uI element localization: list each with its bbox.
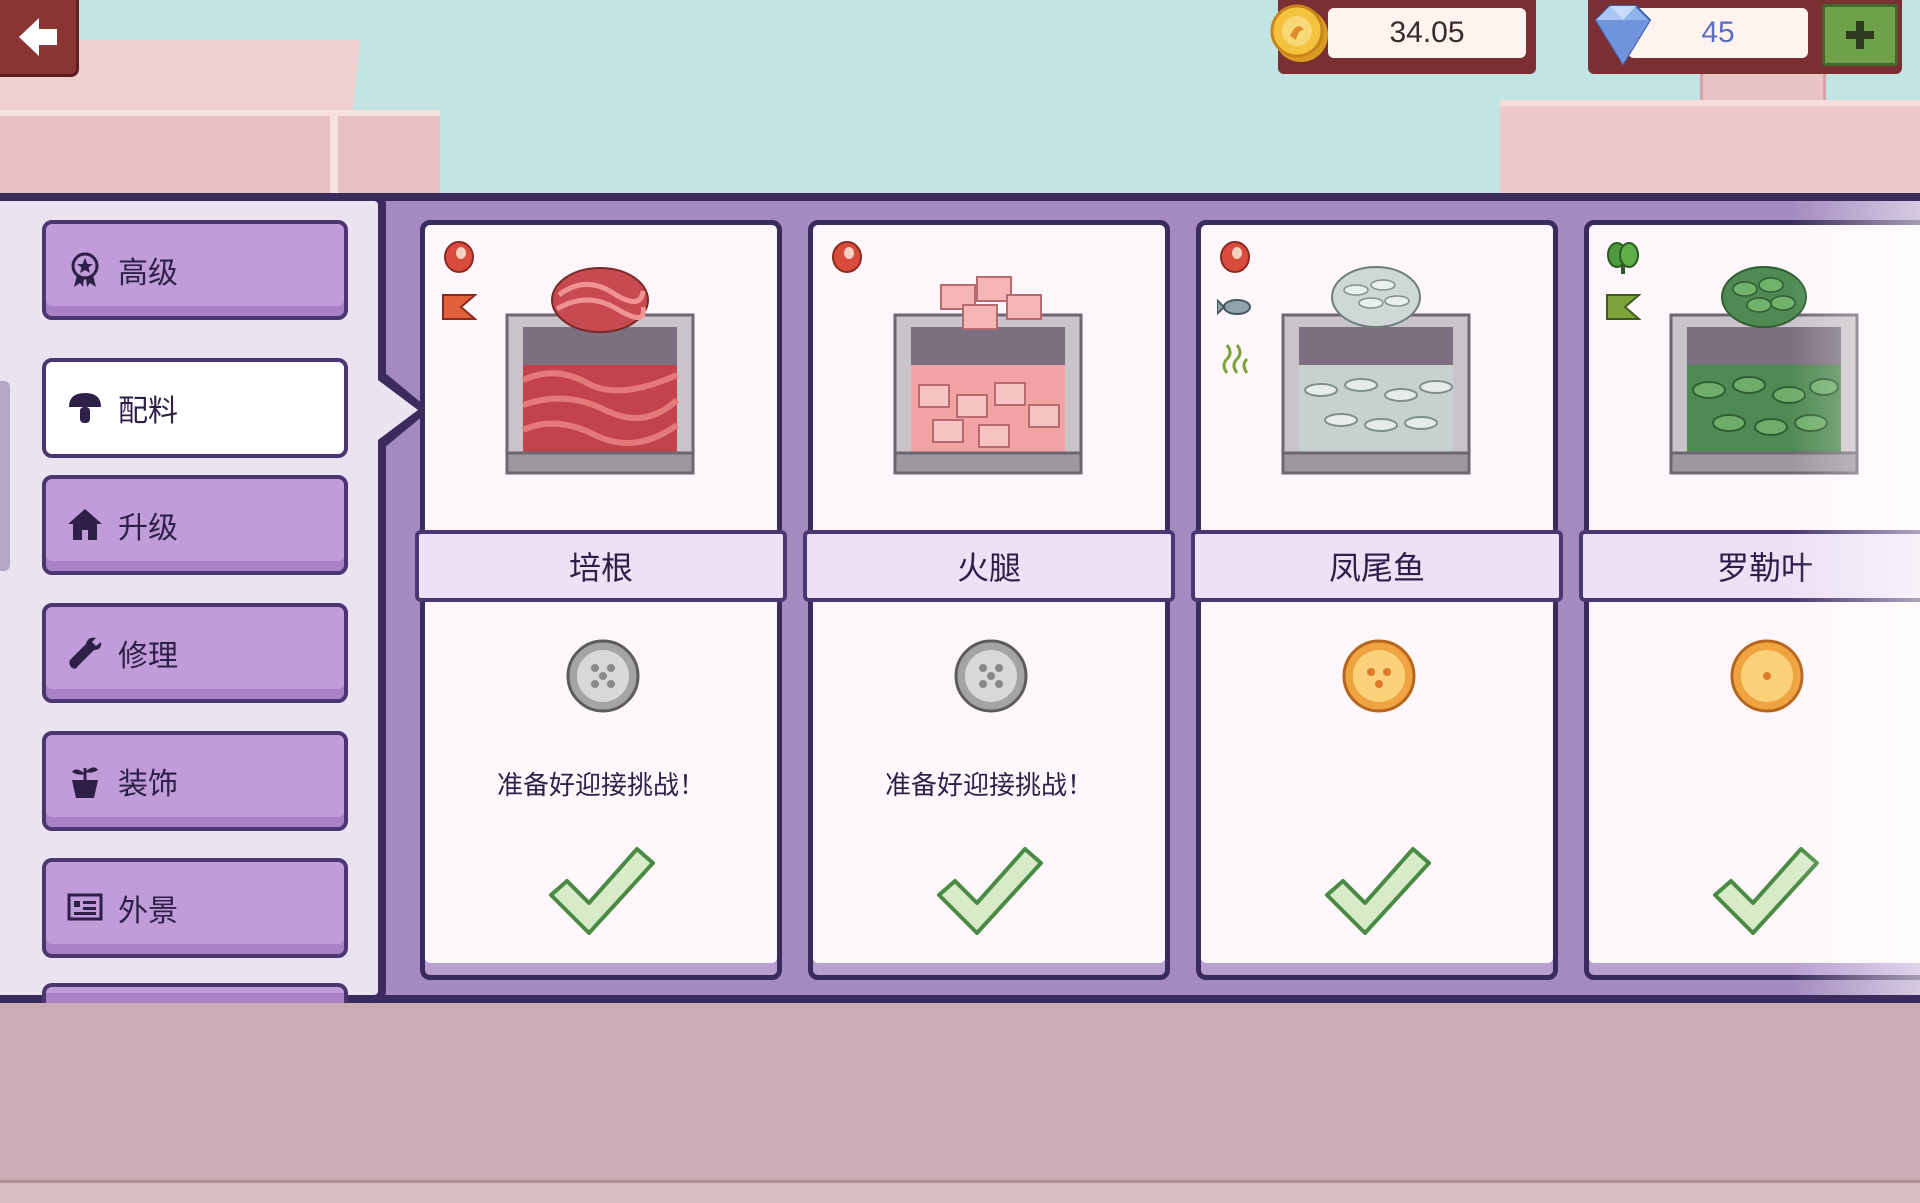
meat-icon xyxy=(444,241,474,273)
grey-token-icon xyxy=(566,639,640,713)
flag-icon xyxy=(442,294,477,320)
checkmark-icon xyxy=(549,847,655,935)
sidebar-item-label: 升级 xyxy=(118,511,178,546)
back-button[interactable] xyxy=(0,0,79,77)
topping-name: 培根 xyxy=(415,530,787,602)
plus-icon xyxy=(1846,21,1874,49)
flag-icon xyxy=(1606,294,1641,320)
sidebar-item-label: 高级 xyxy=(118,256,178,291)
sidebar-item-label: 修理 xyxy=(118,639,178,674)
sidebar-item-premium[interactable]: 高级 xyxy=(42,220,348,320)
bacon-bin-image xyxy=(505,267,695,475)
sidebar-item-toppings[interactable]: 配料 xyxy=(42,358,348,458)
topping-card-basil[interactable]: 罗勒叶 xyxy=(1579,220,1920,980)
checkmark-icon xyxy=(1325,847,1431,935)
sidebar-item-repair[interactable]: 修理 xyxy=(42,603,348,703)
selection-pointer xyxy=(378,380,418,440)
grey-token-icon xyxy=(954,639,1028,713)
potted-plant-icon xyxy=(72,767,98,798)
sidebar-item-partial[interactable] xyxy=(42,983,348,1003)
add-gems-button[interactable] xyxy=(1822,4,1898,66)
checkmark-icon xyxy=(1713,847,1819,935)
fish-icon xyxy=(1217,298,1251,316)
orange-token-icon xyxy=(1342,639,1416,713)
building-left xyxy=(0,110,440,206)
sidebar-item-label: 装饰 xyxy=(118,767,178,802)
topping-card-ham[interactable]: 火腿 准备好迎接挑战！ xyxy=(803,220,1175,980)
topping-message: 准备好迎接挑战！ xyxy=(496,771,705,801)
checkmark-icon xyxy=(937,847,1043,935)
basil-bin-image xyxy=(1669,266,1859,475)
meat-icon xyxy=(1220,241,1250,273)
sidebar-item-upgrade[interactable]: 升级 xyxy=(42,475,348,575)
coin-icon xyxy=(1270,4,1328,62)
topping-name: 凤尾鱼 xyxy=(1191,530,1563,602)
sidebar-item-exterior[interactable]: 外景 xyxy=(42,858,348,958)
topping-message: 准备好迎接挑战！ xyxy=(884,771,1093,801)
scroll-indicator[interactable] xyxy=(0,381,10,571)
leaf-icon xyxy=(1607,242,1639,274)
sidebar-item-label: 外景 xyxy=(118,894,178,929)
topping-card-bacon[interactable]: 培根 准备好迎接挑战！ xyxy=(415,220,787,980)
meat-icon xyxy=(832,241,862,273)
smell-icon xyxy=(1222,344,1249,374)
orange-token-icon xyxy=(1730,639,1804,713)
ham-bin-image xyxy=(893,276,1083,475)
mushroom-icon xyxy=(69,393,101,423)
wrench-icon xyxy=(69,637,102,669)
building-pillar xyxy=(330,116,338,200)
coin-value: 34.05 xyxy=(1328,8,1526,58)
diamond-icon xyxy=(1594,5,1652,66)
billboard-icon xyxy=(67,893,103,921)
sidebar-item-label: 配料 xyxy=(118,394,178,429)
house-icon xyxy=(68,509,102,540)
building-right xyxy=(1500,100,1920,206)
sidebar-item-decor[interactable]: 装饰 xyxy=(42,731,348,831)
ground xyxy=(0,1000,1920,1200)
topping-name: 火腿 xyxy=(803,530,1175,602)
arrow-left-icon xyxy=(19,18,57,56)
topping-name: 罗勒叶 xyxy=(1579,530,1920,602)
anchovy-bin-image xyxy=(1281,266,1471,475)
ribbon-badge-icon xyxy=(71,252,99,287)
topping-card-anchovy[interactable]: 凤尾鱼 xyxy=(1191,220,1563,980)
